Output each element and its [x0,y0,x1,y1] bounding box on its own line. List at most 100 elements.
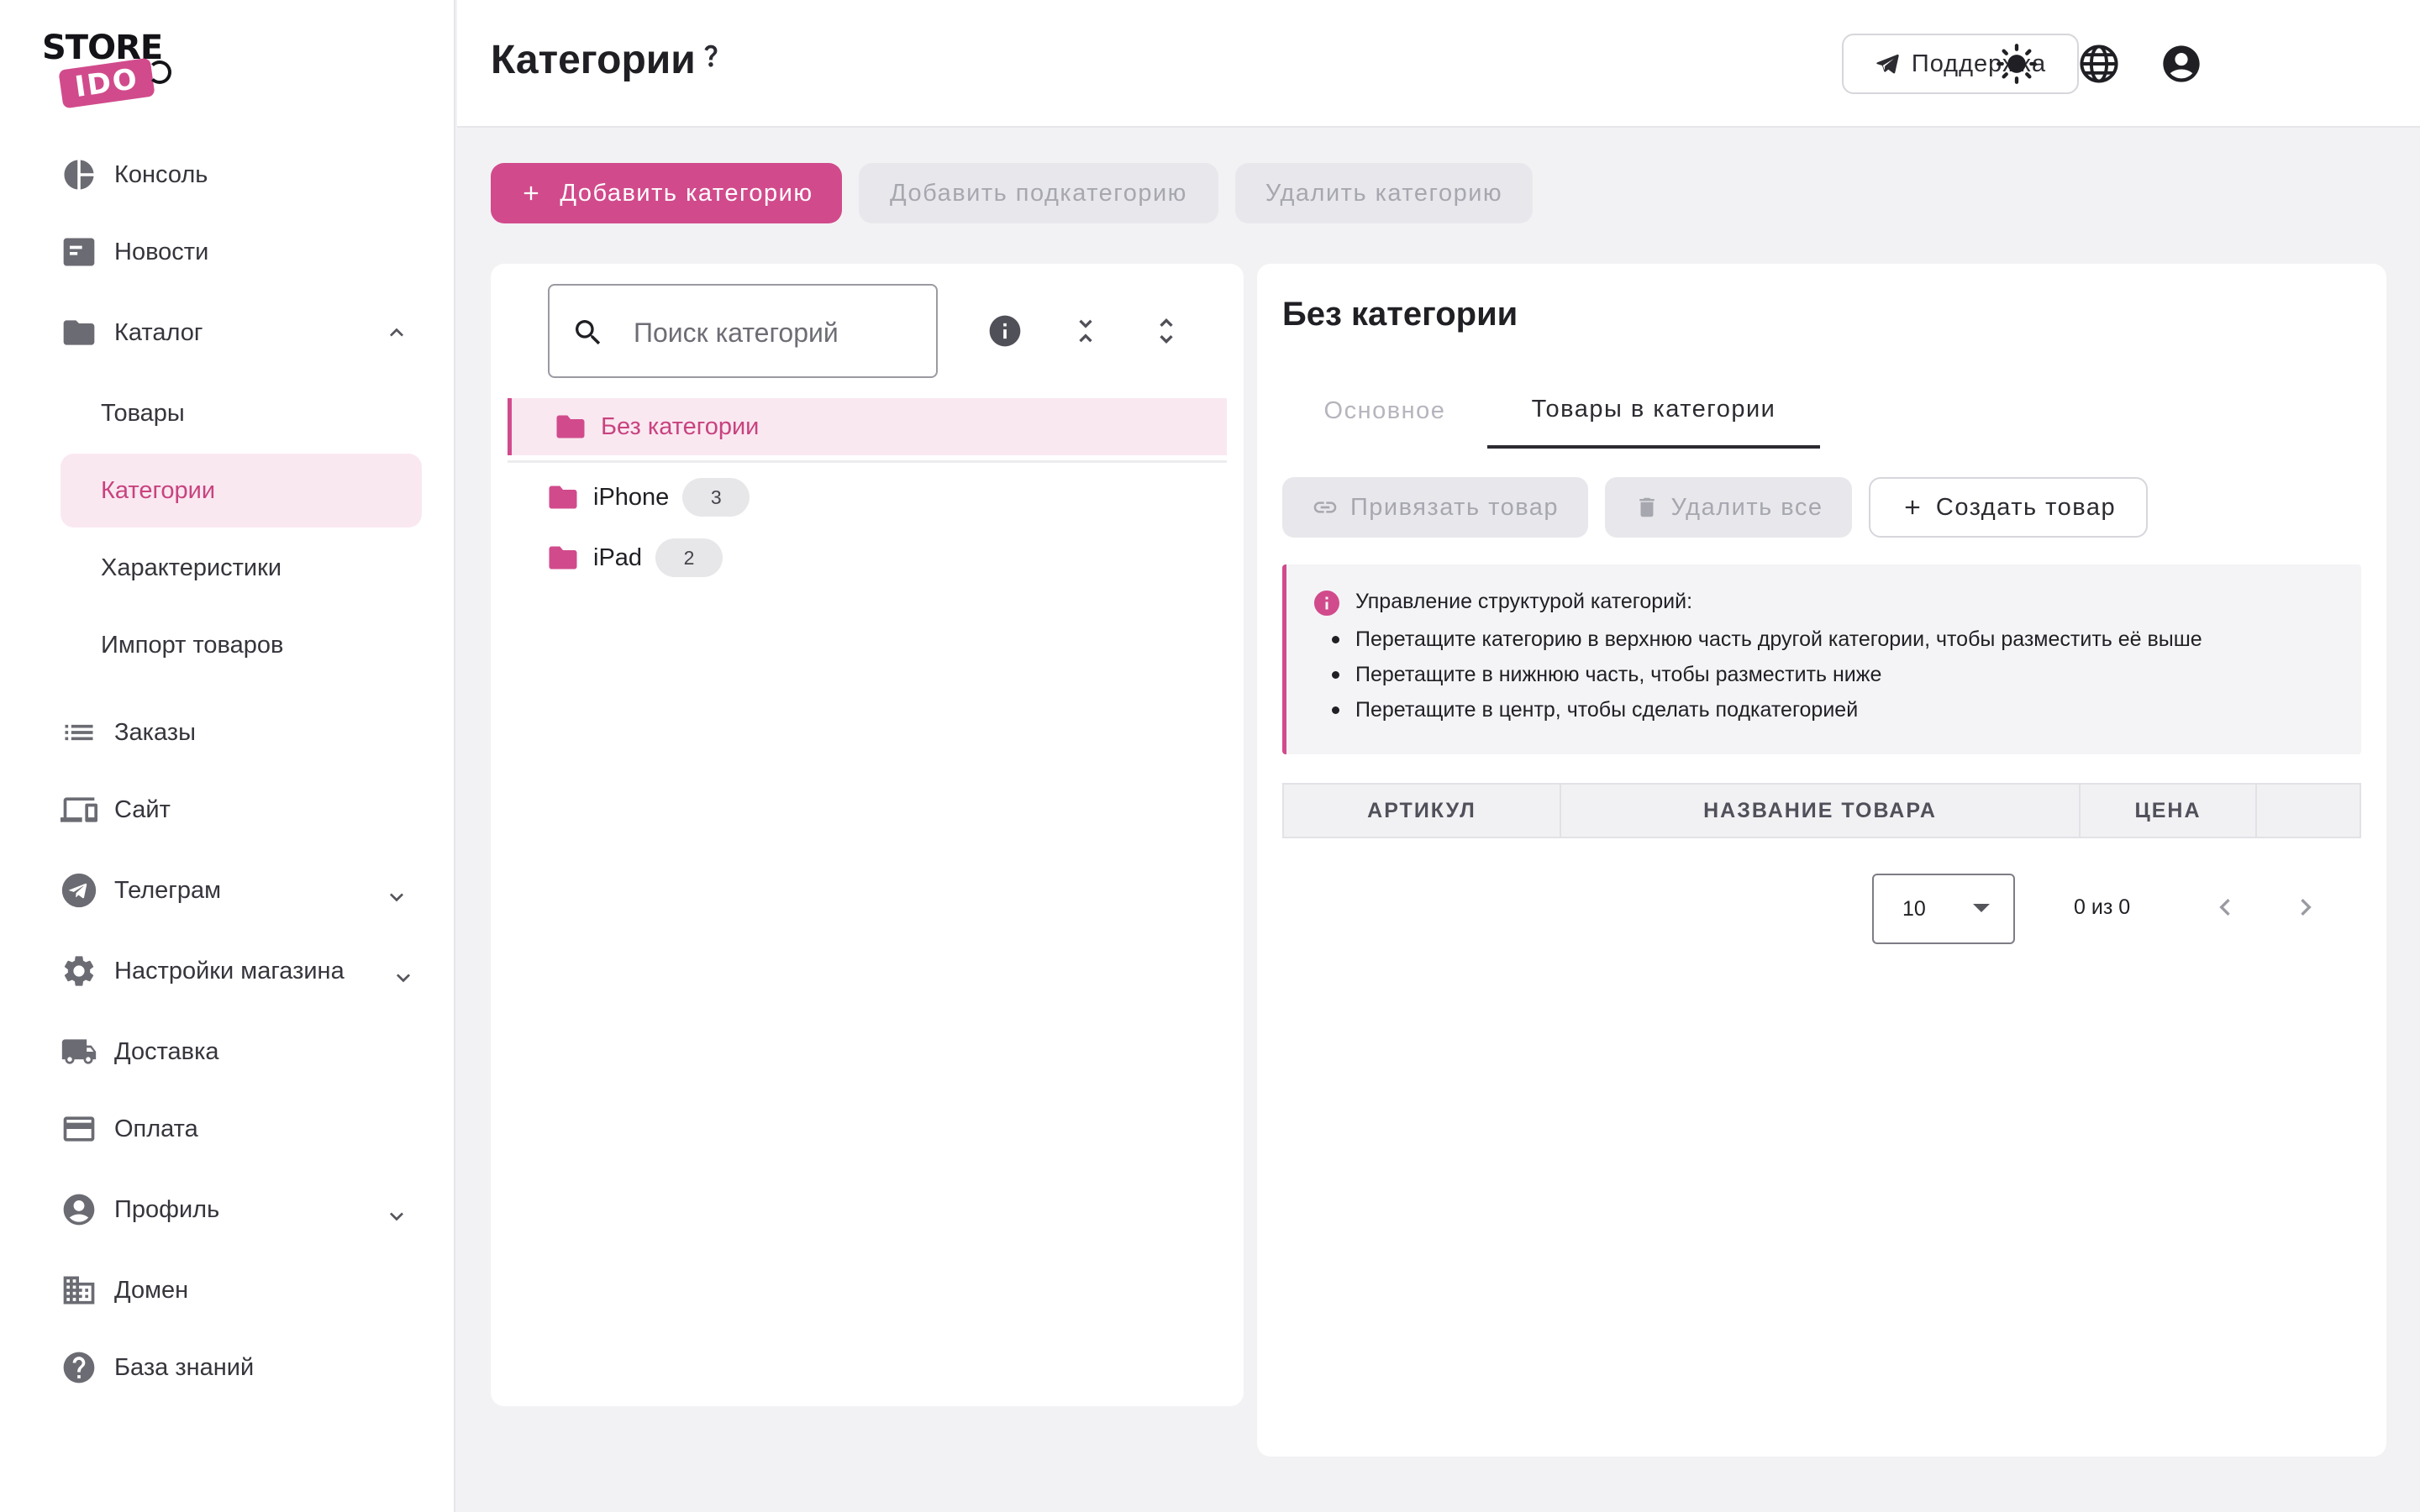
category-detail-panel: Без категории Основное Товары в категори… [1257,264,2386,1457]
sidebar: STORE IDO Консоль Новости Каталог Товары… [0,0,455,1512]
tree-item-label: Без категории [601,412,760,440]
tree-item-uncategorized[interactable]: Без категории [508,398,1227,455]
sidebar-item-orders[interactable]: Заказы [60,702,424,763]
column-header-product-name[interactable]: НАЗВАНИЕ ТОВАРА [1561,785,2081,837]
sidebar-item-delivery[interactable]: Доставка [60,1021,424,1082]
account-icon [60,1191,97,1228]
products-table-header: АРТИКУЛ НАЗВАНИЕ ТОВАРА ЦЕНА [1282,783,2361,838]
info-bullet: Перетащите в центр, чтобы сделать подкат… [1332,692,2202,727]
category-search-field[interactable] [548,284,938,378]
count-badge: 3 [682,478,750,517]
tab-general[interactable]: Основное [1282,373,1487,449]
add-subcategory-button[interactable]: Добавить подкатегорию [859,163,1218,223]
chevron-left-icon[interactable] [2208,890,2242,924]
info-bullet: Перетащите в нижнюю часть, чтобы размест… [1332,657,2202,692]
credit-card-icon [60,1110,97,1147]
tree-item-iphone[interactable]: iPhone 3 [548,474,750,521]
logo-hook-shape [148,60,171,84]
plus-icon [519,181,543,205]
sidebar-item-payment[interactable]: Оплата [60,1099,424,1159]
sidebar-subitem-import[interactable]: Импорт товаров [60,608,422,682]
add-category-label: Добавить категорию [560,179,813,207]
truck-icon [60,1033,97,1070]
help-icon[interactable] [694,39,728,72]
sidebar-item-label: Оплата [114,1115,198,1142]
sidebar-item-store-settings[interactable]: Настройки магазина [60,941,424,1001]
info-title: Управление структурой категорий: [1355,590,1693,613]
column-header-sku[interactable]: АРТИКУЛ [1284,785,1561,837]
info-list: Перетащите категорию в верхнюю часть дру… [1332,622,2202,727]
sidebar-item-label: Каталог [114,318,203,346]
delete-all-label: Удалить все [1670,493,1823,521]
account-icon[interactable] [2160,42,2203,86]
collapse-all-icon[interactable] [1064,309,1107,353]
add-category-button[interactable]: Добавить категорию [491,163,842,223]
tab-category-products[interactable]: Товары в категории [1487,373,1820,449]
sidebar-item-label: Настройки магазина [114,957,345,984]
link-product-button[interactable]: Привязать товар [1282,477,1588,538]
sidebar-subitem-products[interactable]: Товары [60,376,422,450]
info-bullet: Перетащите категорию в верхнюю часть дру… [1332,622,2202,657]
help-icon [60,1349,97,1386]
create-product-label: Создать товар [1935,493,2117,521]
info-icon [1312,588,1342,618]
chevron-down-icon [383,1203,410,1230]
column-header-price[interactable]: ЦЕНА [2081,785,2257,837]
sidebar-item-catalog[interactable]: Каталог [60,302,424,363]
sidebar-subitem-characteristics[interactable]: Характеристики [60,531,422,605]
count-badge: 2 [655,538,723,577]
info-icon[interactable] [983,309,1027,353]
category-title: Без категории [1282,296,1518,333]
dropdown-caret-icon [1973,904,1990,912]
newspaper-icon [60,234,97,270]
delete-all-button[interactable]: Удалить все [1605,477,1852,538]
sidebar-item-site[interactable]: Сайт [60,780,424,840]
telegram-icon [60,872,97,909]
language-globe-icon[interactable] [2077,42,2121,86]
sidebar-item-label: Заказы [114,718,196,746]
delete-category-button[interactable]: Удалить категорию [1235,163,1533,223]
page-size-select[interactable]: 10 [1872,874,2015,944]
tree-item-label: iPhone [593,483,670,511]
category-tree-panel: Без категории iPhone 3 iPad 2 [491,264,1244,1406]
sidebar-item-profile[interactable]: Профиль [60,1179,424,1240]
sidebar-item-label: База знаний [114,1353,255,1381]
sidebar-item-knowledge-base[interactable]: База знаний [60,1337,424,1398]
sidebar-item-news[interactable]: Новости [60,222,424,282]
store-logo[interactable]: STORE IDO [40,29,175,109]
tree-item-ipad[interactable]: iPad 2 [548,534,723,581]
sidebar-item-label: Профиль [114,1195,220,1223]
sidebar-item-label: Телеграм [114,876,222,904]
trash-icon [1634,495,1660,520]
info-alert: Управление структурой категорий: Перетащ… [1282,564,2361,754]
devices-icon [60,791,97,828]
sidebar-item-label: Сайт [114,795,171,823]
tree-item-label: iPad [593,543,643,571]
sidebar-item-label: Новости [114,238,209,265]
category-search-input[interactable] [634,311,919,354]
sidebar-item-label: Доставка [114,1037,219,1065]
theme-sun-icon[interactable] [1995,42,2039,86]
sidebar-item-label: Домен [114,1276,189,1304]
page-title: Категории [491,38,696,82]
support-button[interactable]: Поддержка [1842,34,2079,94]
folder-icon [60,314,97,351]
pagination-range: 0 из 0 [2074,895,2131,919]
sidebar-item-telegram[interactable]: Телеграм [60,860,424,921]
column-header-actions [2257,785,2360,837]
page-size-value: 10 [1902,897,1926,921]
chevron-down-icon [383,884,410,911]
chevron-right-icon[interactable] [2289,890,2323,924]
create-product-button[interactable]: Создать товар [1869,477,2148,538]
link-icon [1312,494,1339,521]
expand-all-icon[interactable] [1144,309,1188,353]
top-header: Категории Поддержка [457,0,2420,128]
search-icon [571,316,605,349]
sidebar-subitem-categories[interactable]: Категории [60,454,422,528]
chevron-down-icon [390,964,417,991]
folder-icon [555,414,586,439]
plus-icon [1901,496,1924,519]
sidebar-item-domain[interactable]: Домен [60,1260,424,1320]
sidebar-item-console[interactable]: Консоль [60,144,424,205]
gear-icon [60,953,97,990]
